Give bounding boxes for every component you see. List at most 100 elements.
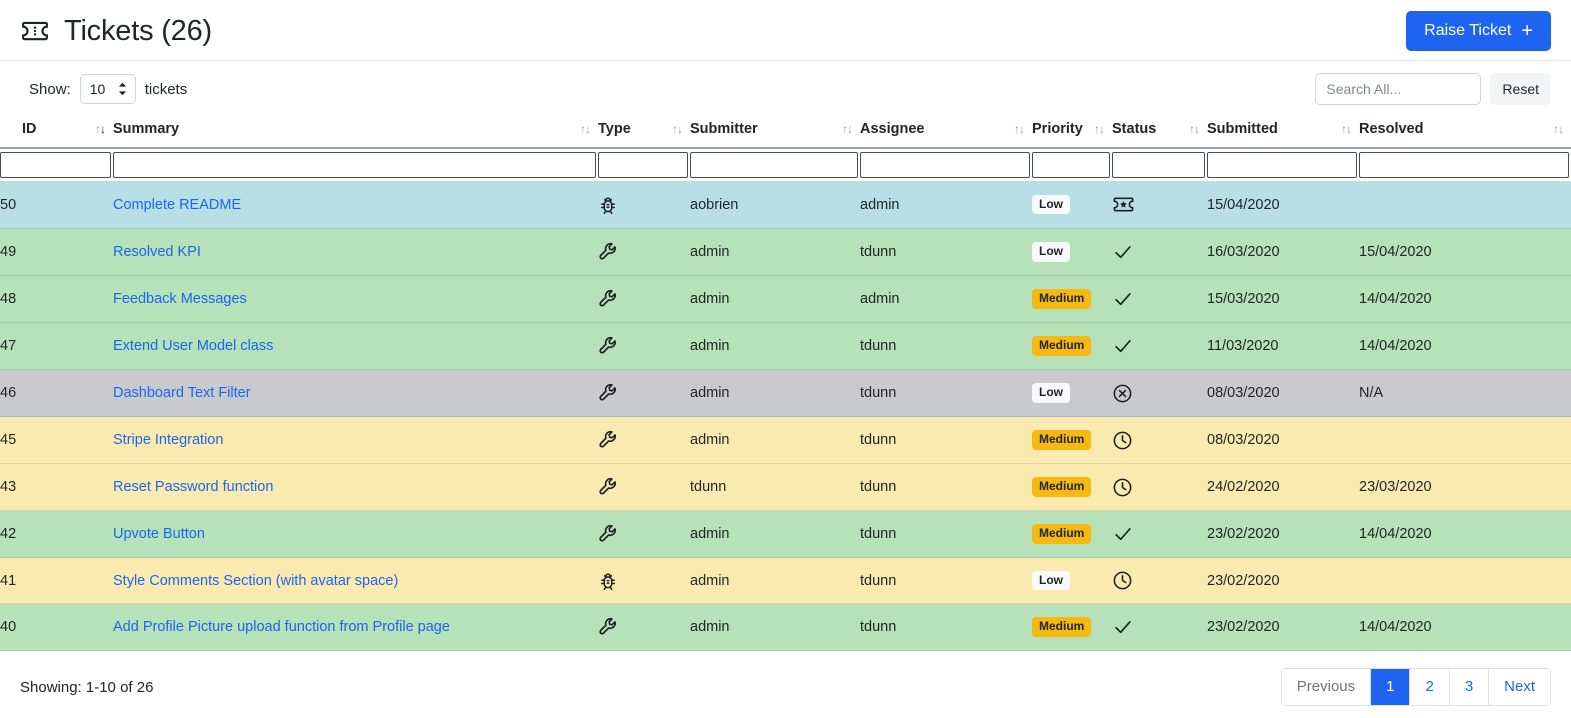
ticket-summary-link[interactable]: Add Profile Picture upload function from… [113,619,450,635]
ticket-summary-link[interactable]: Feedback Messages [113,291,247,307]
priority-badge: Low [1032,570,1070,591]
filter-input-resolved[interactable] [1359,152,1569,178]
col-header-status[interactable]: Status ↑↓ [1112,115,1207,149]
cell-assignee: tdunn [860,416,1032,464]
ticket-summary-link[interactable]: Stripe Integration [113,432,223,448]
cell-summary: Reset Password function [113,463,598,511]
ticket-summary-link[interactable]: Resolved KPI [113,244,201,260]
cell-id: 42 [0,510,113,558]
col-header-summary[interactable]: Summary ↑↓ [113,115,598,149]
wrench-icon [598,617,620,635]
sort-icon-type[interactable]: ↑↓ [672,122,683,136]
cell-assignee: admin [860,181,1032,229]
ticket-summary-link[interactable]: Extend User Model class [113,338,273,354]
sort-icon-id[interactable]: ↑↓ [95,122,106,136]
priority-badge: Medium [1032,289,1092,309]
filter-input-status[interactable] [1112,152,1205,178]
wrench-icon [598,289,620,307]
reset-button[interactable]: Reset [1490,73,1551,105]
table-row[interactable]: 49 Resolved KPI admin tdunn Low 16/03/2020 15/… [0,228,1571,276]
filter-input-submitted[interactable] [1207,152,1357,178]
cell-submitter: admin [690,510,860,558]
table-row[interactable]: 48 Feedback Messages admin admin Medium 15/03… [0,275,1571,323]
filter-input-summary[interactable] [113,152,596,178]
page-title: Tickets (26) [64,14,212,47]
sort-icon-summary[interactable]: ↑↓ [580,122,591,136]
sort-icon-submitted[interactable]: ↑↓ [1341,122,1352,136]
cell-priority: Medium [1032,275,1112,323]
show-entries-group: Show: 10 tickets [20,74,187,104]
ticket-summary-link[interactable]: Dashboard Text Filter [113,385,251,401]
table-row[interactable]: 46 Dashboard Text Filter admin tdunn Low 08/0… [0,369,1571,417]
raise-ticket-button[interactable]: Raise Ticket + [1406,11,1551,51]
cell-summary: Add Profile Picture upload function from… [113,603,598,651]
table-head: ID ↑↓ Summary ↑↓ Type ↑↓ Submitter ↑↓ Assign… [0,115,1571,181]
show-label: Show: [29,80,71,98]
cell-resolved: 14/04/2020 [1359,603,1571,651]
table-row[interactable]: 41 Style Comments Section (with avatar sp… [0,557,1571,604]
sort-icon-priority[interactable]: ↑↓ [1094,122,1105,136]
wrench-icon [598,524,620,542]
col-header-priority[interactable]: Priority ↑↓ [1032,115,1112,149]
title-wrap: Tickets (26) [20,16,212,46]
col-header-resolved[interactable]: Resolved ↑↓ [1359,115,1571,149]
cell-submitter: admin [690,557,860,604]
table-row[interactable]: 43 Reset Password function tdunn tdunn Mediu… [0,463,1571,511]
sort-icon-resolved[interactable]: ↑↓ [1553,122,1564,136]
filter-input-assignee[interactable] [860,152,1030,178]
plus-icon: + [1521,20,1533,42]
table-row[interactable]: 40 Add Profile Picture upload function fr… [0,603,1571,651]
filter-cell-submitter [690,148,860,181]
ticket-summary-link[interactable]: Complete README [113,197,241,213]
ticket-summary-link[interactable]: Reset Password function [113,479,273,495]
col-header-submitter[interactable]: Submitter ↑↓ [690,115,860,149]
cell-priority: Low [1032,557,1112,604]
cell-submitter: aobrien [690,181,860,229]
cell-priority: Low [1032,369,1112,417]
pagination-1[interactable]: 1 [1371,669,1411,705]
page-size-select[interactable]: 10 [79,74,136,104]
cell-type [598,275,690,323]
filter-input-id[interactable] [0,152,111,178]
ticket-summary-link[interactable]: Upvote Button [113,526,205,542]
cell-assignee: tdunn [860,557,1032,604]
table-row[interactable]: 47 Extend User Model class admin tdunn Mediu… [0,322,1571,370]
ticket-icon [20,16,50,46]
pagination-next[interactable]: Next [1489,669,1550,705]
filter-input-submitter[interactable] [690,152,858,178]
check-icon [1112,244,1134,260]
col-header-type[interactable]: Type ↑↓ [598,115,690,149]
col-label-summary: Summary [113,121,180,137]
col-label-submitter: Submitter [690,121,758,137]
cell-submitted: 08/03/2020 [1207,369,1359,417]
circle-x-icon [1112,384,1133,402]
raise-ticket-label: Raise Ticket [1424,22,1512,39]
cell-submitted: 23/02/2020 [1207,603,1359,651]
cell-submitter: admin [690,228,860,276]
pagination-2[interactable]: 2 [1410,669,1450,705]
table-row[interactable]: 50 Complete README aobrien admin Low 15/04/20… [0,181,1571,229]
cell-submitter: admin [690,322,860,370]
priority-badge: Low [1032,194,1070,215]
pagination-3[interactable]: 3 [1449,669,1490,705]
cell-submitter: admin [690,603,860,651]
col-header-id[interactable]: ID ↑↓ [0,115,113,149]
filter-input-type[interactable] [598,152,688,178]
sort-icon-status[interactable]: ↑↓ [1189,122,1200,136]
ticket-summary-link[interactable]: Style Comments Section (with avatar spac… [113,573,398,589]
sort-icon-assignee[interactable]: ↑↓ [1014,122,1025,136]
filter-input-priority[interactable] [1032,152,1110,178]
search-input[interactable] [1315,73,1482,105]
wrench-icon [598,477,620,495]
sort-icon-submitter[interactable]: ↑↓ [842,122,853,136]
cell-assignee: tdunn [860,322,1032,370]
cell-submitter: admin [690,275,860,323]
table-row[interactable]: 42 Upvote Button admin tdunn Medium 23/02/202… [0,510,1571,558]
table-row[interactable]: 45 Stripe Integration admin tdunn Medium 08/0… [0,416,1571,464]
cell-status [1112,463,1207,511]
cell-resolved: 14/04/2020 [1359,275,1571,323]
col-header-submitted[interactable]: Submitted ↑↓ [1207,115,1359,149]
priority-badge: Medium [1032,617,1092,637]
col-header-assignee[interactable]: Assignee ↑↓ [860,115,1032,149]
wrench-icon [598,336,620,354]
